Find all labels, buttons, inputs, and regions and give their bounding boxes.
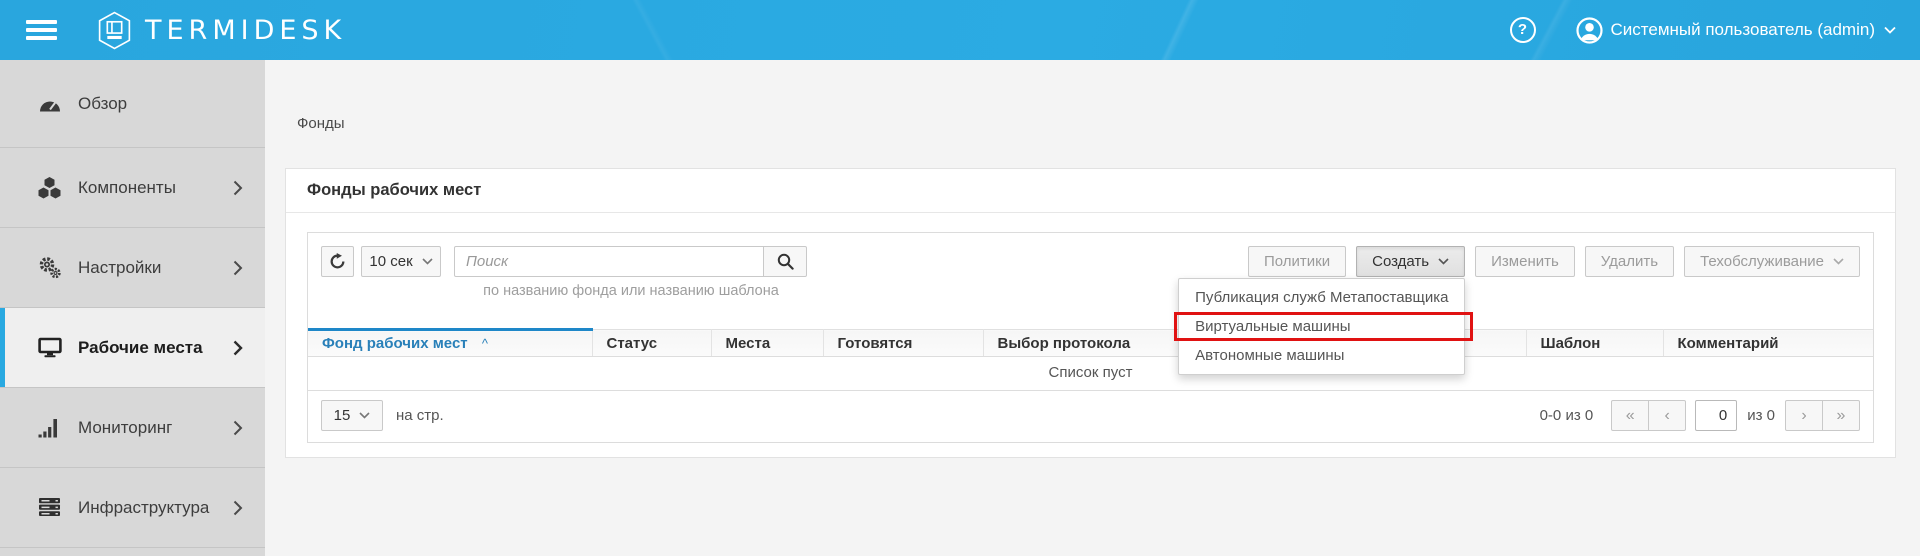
monitoring-icon <box>36 418 63 438</box>
refresh-button[interactable] <box>321 246 354 277</box>
brand-logo[interactable]: TERMIDESK <box>97 11 346 50</box>
dashboard-icon <box>36 94 63 114</box>
sidebar-item-label: Настройки <box>78 258 233 278</box>
maintenance-button-label: Техобслуживание <box>1700 253 1824 270</box>
sort-asc-icon: ^ <box>482 336 488 351</box>
chevron-down-icon <box>1438 258 1449 265</box>
create-dropdown-wrap: Создать Публикация служб Метапоставщика … <box>1356 246 1465 277</box>
panel-header: Фонды рабочих мест <box>286 169 1895 213</box>
delete-button[interactable]: Удалить <box>1585 246 1674 277</box>
chevron-right-icon <box>233 340 243 356</box>
panel-body: 10 сек <box>286 213 1895 457</box>
menu-item-virtual-machines[interactable]: Виртуальные машины <box>1179 312 1464 341</box>
pagination: 15 на стр. 0-0 из 0 « ‹ из 0 <box>308 391 1873 442</box>
search-icon <box>777 253 794 270</box>
menu-item-label: Виртуальные машины <box>1195 318 1350 335</box>
hamburger-menu-icon[interactable] <box>26 16 57 44</box>
chevron-down-icon <box>1833 258 1844 265</box>
column-header-status[interactable]: Статус <box>592 330 711 357</box>
topbar: TERMIDESK ? Системный пользователь (admi… <box>0 0 1920 60</box>
refresh-icon <box>329 253 346 270</box>
toolbar: 10 сек <box>308 233 1873 328</box>
infrastructure-icon <box>36 497 63 518</box>
create-menu: Публикация служб Метапоставщика Виртуаль… <box>1178 278 1465 375</box>
policies-button[interactable]: Политики <box>1248 246 1346 277</box>
next-page-button[interactable]: › <box>1785 400 1823 431</box>
refresh-interval-value: 10 сек <box>369 253 412 270</box>
current-page-input[interactable] <box>1695 400 1737 431</box>
chevron-right-icon <box>233 420 243 436</box>
pools-table: Фонд рабочих мест ^ Статус Места Готовят… <box>308 328 1873 391</box>
column-header-preparing[interactable]: Готовятся <box>823 330 983 357</box>
column-header-template[interactable]: Шаблон <box>1526 330 1663 357</box>
sidebar-item-label: Мониторинг <box>78 418 233 438</box>
first-page-button[interactable]: « <box>1611 400 1649 431</box>
settings-icon <box>36 256 63 279</box>
column-header-pool[interactable]: Фонд рабочих мест ^ <box>308 330 592 357</box>
sidebar-item-monitoring[interactable]: Мониторинг <box>0 388 265 468</box>
sidebar-item-infrastructure[interactable]: Инфраструктура <box>0 468 265 548</box>
sidebar-item-workplaces[interactable]: Рабочие места <box>0 308 265 388</box>
sidebar-item-label: Рабочие места <box>78 338 233 358</box>
menu-item-autonomous-machines[interactable]: Автономные машины <box>1179 341 1464 370</box>
page-size-select[interactable]: 15 <box>321 400 383 431</box>
sidebar-item-overview[interactable]: Обзор <box>0 60 265 148</box>
column-label: Фонд рабочих мест <box>322 335 468 352</box>
chevron-right-icon <box>233 260 243 276</box>
empty-list-message: Список пуст <box>308 357 1873 391</box>
maintenance-button[interactable]: Техобслуживание <box>1684 246 1860 277</box>
termidesk-hexagon-icon <box>97 11 132 50</box>
create-button-label: Создать <box>1372 253 1429 270</box>
chevron-down-icon <box>359 412 370 419</box>
chevron-down-icon <box>422 258 433 265</box>
components-icon <box>36 177 63 199</box>
edit-button[interactable]: Изменить <box>1475 246 1575 277</box>
page-title: Фонды рабочих мест <box>307 181 481 199</box>
prev-page-button[interactable]: ‹ <box>1648 400 1686 431</box>
workplaces-icon <box>36 337 63 358</box>
range-label: 0-0 из 0 <box>1540 407 1594 424</box>
topbar-right: ? Системный пользователь (admin) <box>1510 17 1897 44</box>
user-menu[interactable]: Системный пользователь (admin) <box>1576 17 1897 44</box>
search-hint: по названию фонда или названию шаблона <box>454 283 808 299</box>
search-input[interactable] <box>454 246 764 277</box>
sidebar-item-label: Обзор <box>78 94 265 114</box>
sidebar-item-settings[interactable]: Настройки <box>0 228 265 308</box>
sidebar: Обзор Компоненты Настройки <box>0 60 265 556</box>
search-button[interactable] <box>763 246 807 277</box>
create-button[interactable]: Создать <box>1356 246 1465 277</box>
main-content: Фонды Фонды рабочих мест <box>265 60 1920 556</box>
column-header-comment[interactable]: Комментарий <box>1663 330 1873 357</box>
sidebar-item-components[interactable]: Компоненты <box>0 148 265 228</box>
pools-panel: Фонды рабочих мест 10 сек <box>285 168 1896 458</box>
column-header-seats[interactable]: Места <box>711 330 823 357</box>
menu-item-metaprovider-services[interactable]: Публикация служб Метапоставщика <box>1179 283 1464 312</box>
breadcrumb: Фонды <box>297 115 1896 132</box>
last-page-button[interactable]: » <box>1822 400 1860 431</box>
chevron-down-icon <box>1884 26 1896 34</box>
chevron-right-icon <box>233 180 243 196</box>
sidebar-item-label: Компоненты <box>78 178 233 198</box>
refresh-interval-select[interactable]: 10 сек <box>361 246 441 277</box>
chevron-right-icon <box>233 500 243 516</box>
per-page-label: на стр. <box>396 407 444 424</box>
help-icon[interactable]: ? <box>1510 17 1536 43</box>
sidebar-item-label: Инфраструктура <box>78 498 233 518</box>
page-size-value: 15 <box>334 407 351 424</box>
table-row: Список пуст <box>308 357 1873 391</box>
of-total-label: из 0 <box>1747 407 1775 424</box>
brand-name: TERMIDESK <box>145 15 346 46</box>
avatar-icon <box>1576 17 1603 44</box>
user-name: Системный пользователь (admin) <box>1611 20 1876 40</box>
pools-box: 10 сек <box>307 232 1874 443</box>
